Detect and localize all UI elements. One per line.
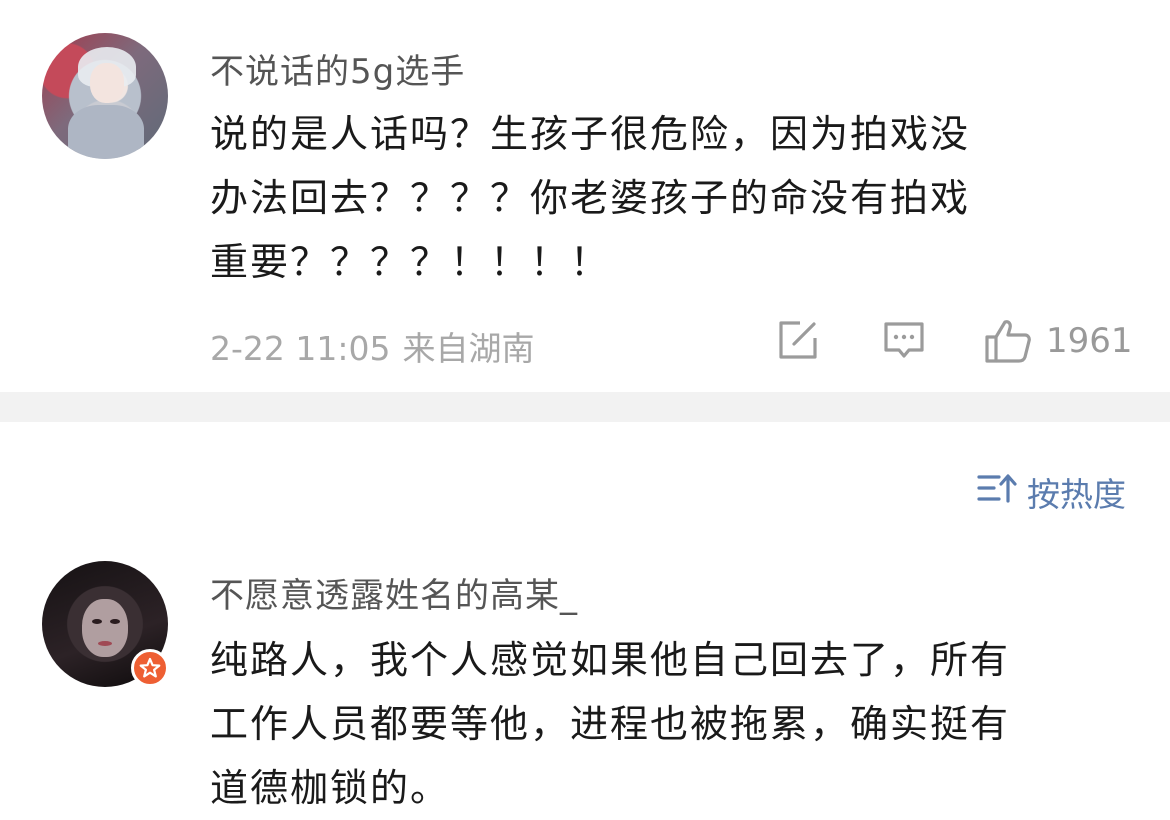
username[interactable]: 不愿意透露姓名的高某_ xyxy=(210,568,578,617)
reply-button[interactable] xyxy=(882,318,926,362)
comment-line: 纯路人，我个人感觉如果他自己回去了，所有 xyxy=(210,638,1011,682)
comment-item: 不愿意透露姓名的高某_ 纯路人，我个人感觉如果他自己回去了，所有 工作人员都要等… xyxy=(0,540,1170,820)
comment-page: 不说话的5g选手 说的是人话吗？生孩子很危险，因为拍戏没 办法回去？？？？你老婆… xyxy=(0,0,1170,820)
timestamp: 2-22 11:05 xyxy=(210,329,391,368)
comment-text: 纯路人，我个人感觉如果他自己回去了，所有 工作人员都要等他，进程也被拖累，确实挺… xyxy=(210,628,1010,820)
username[interactable]: 不说话的5g选手 xyxy=(210,44,465,93)
section-divider xyxy=(0,392,1170,422)
avatar[interactable] xyxy=(42,33,168,159)
comment-line: 办法回去？？？？你老婆孩子的命没有拍戏 xyxy=(210,176,971,220)
sort-label: 按热度 xyxy=(1027,475,1126,514)
comment-item: 不说话的5g选手 说的是人话吗？生孩子很危险，因为拍戏没 办法回去？？？？你老婆… xyxy=(0,0,1170,392)
comment-text: 说的是人话吗？生孩子很危险，因为拍戏没 办法回去？？？？你老婆孩子的命没有拍戏 … xyxy=(210,102,970,294)
comment-line: 道德枷锁的。 xyxy=(210,766,451,810)
comment-icon xyxy=(882,318,926,362)
comment-meta: 2-22 11:05 来自湖南 xyxy=(210,322,535,370)
share-icon xyxy=(776,318,820,362)
location: 来自湖南 xyxy=(402,329,535,368)
like-button[interactable]: 1961 xyxy=(984,318,1133,364)
comment-line: 工作人员都要等他，进程也被拖累，确实挺有 xyxy=(210,702,1011,746)
like-count: 1961 xyxy=(1046,321,1133,361)
comment-line: 说的是人话吗？生孩子很危险，因为拍戏没 xyxy=(210,112,971,156)
thumbs-up-icon xyxy=(984,318,1032,364)
sort-button[interactable]: 按热度 xyxy=(977,468,1126,516)
sort-icon xyxy=(977,471,1027,513)
verified-star-icon xyxy=(131,649,169,687)
comment-line: 重要？？？？！！！！ xyxy=(210,240,611,284)
share-button[interactable] xyxy=(776,318,820,362)
